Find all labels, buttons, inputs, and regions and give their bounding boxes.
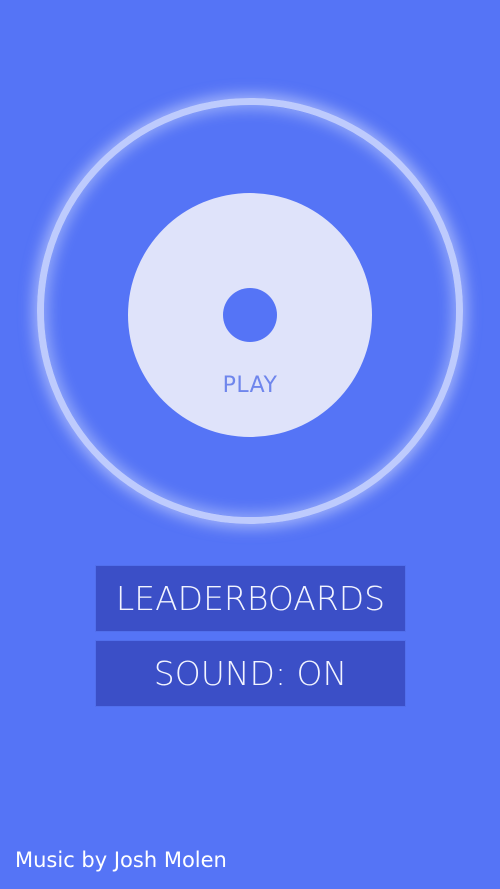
leaderboards-label: LEADERBOARDS [115, 579, 386, 618]
leaderboards-button[interactable]: LEADERBOARDS [96, 566, 405, 631]
play-button[interactable]: PLAY [128, 193, 372, 437]
play-label: PLAY [222, 373, 278, 398]
sound-toggle-button[interactable]: SOUND: ON [96, 641, 405, 706]
disc-center-hole [223, 288, 277, 342]
music-credit: Music by Josh Molen [15, 848, 227, 872]
sound-label: SOUND: ON [153, 654, 348, 693]
